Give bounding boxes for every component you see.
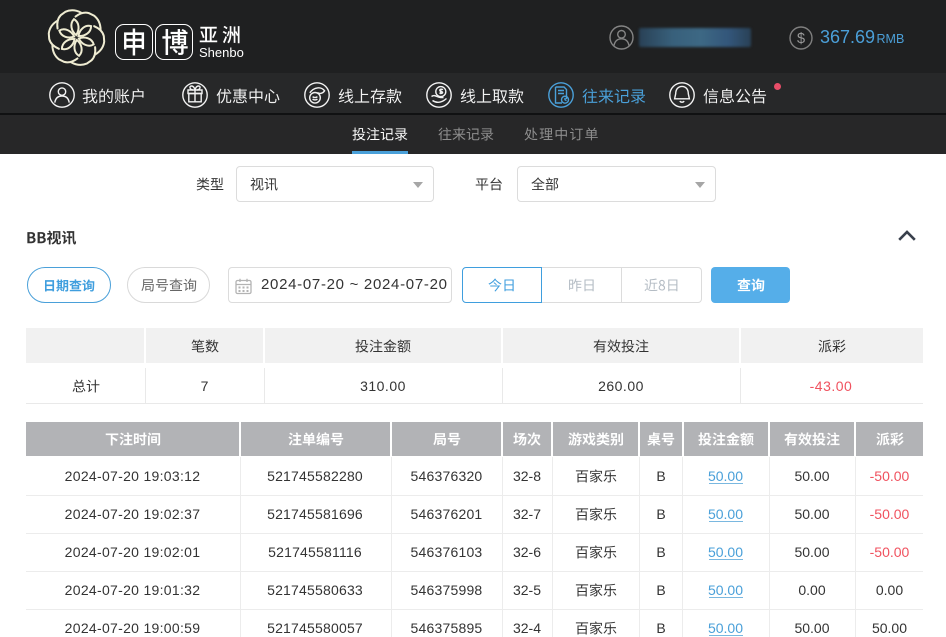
svg-text:$: $ [797, 31, 805, 47]
